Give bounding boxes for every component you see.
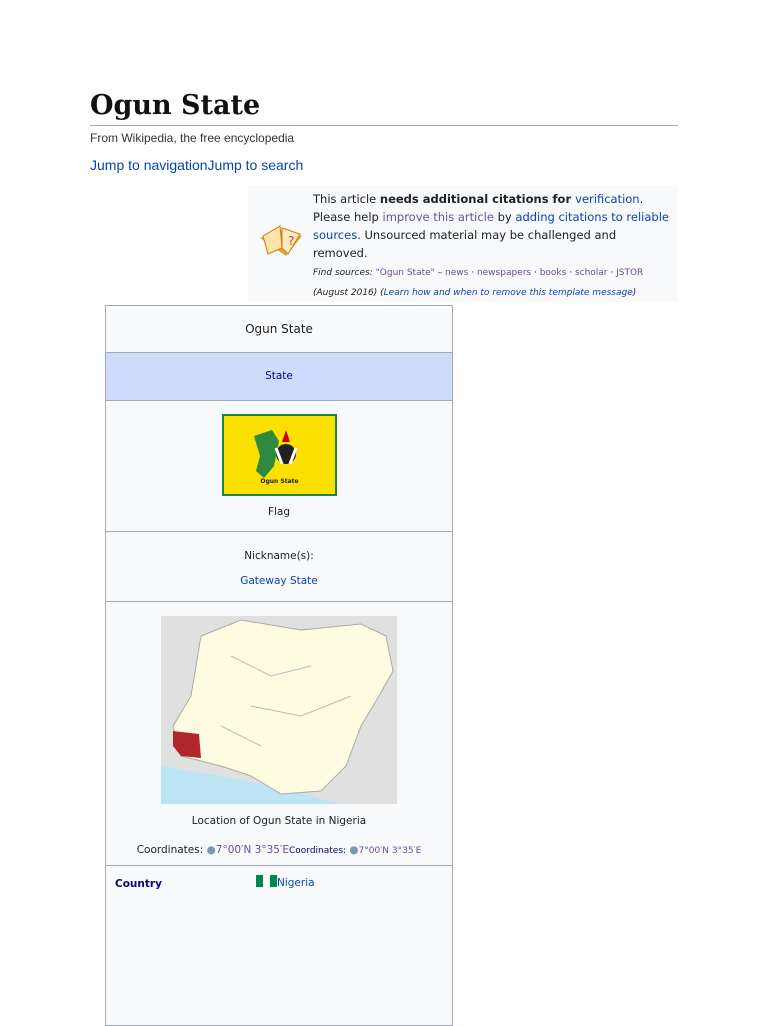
citation-notice: ? This article needs additional citation… xyxy=(248,185,678,302)
map-caption: Location of Ogun State in Nigeria xyxy=(191,815,367,827)
globe-icon: ● xyxy=(349,844,359,856)
flag-caption: Flag xyxy=(267,506,291,518)
tagline: From Wikipedia, the free encyclopedia xyxy=(90,131,295,145)
nickname-link[interactable]: Gateway State xyxy=(106,575,452,587)
improve-link[interactable]: improve this article xyxy=(383,210,494,224)
book-question-icon: ? xyxy=(260,225,302,256)
coordinates-link[interactable]: 7°00′N 3°35′E xyxy=(216,844,289,856)
jump-to-search-link[interactable]: Jump to search xyxy=(208,157,304,173)
nigeria-flag-icon xyxy=(256,875,277,887)
infobox-title: Ogun State xyxy=(106,306,452,353)
nigeria-map[interactable] xyxy=(161,616,397,804)
nickname-section: Nickname(s): Gateway State xyxy=(106,532,452,602)
learn-link[interactable]: Learn how and when to remove this templa… xyxy=(384,288,633,298)
infobox: Ogun State State Ogun State Flag Nicknam… xyxy=(105,305,453,1026)
jstor-link[interactable]: JSTOR xyxy=(616,268,643,278)
find-query[interactable]: "Ogun State" xyxy=(376,268,435,278)
newspapers-link[interactable]: newspapers xyxy=(477,268,531,278)
notice-text: This article needs additional citations … xyxy=(313,192,669,298)
svg-text:?: ? xyxy=(288,234,294,248)
jump-links: Jump to navigationJump to search xyxy=(90,157,303,173)
verification-link[interactable]: verification xyxy=(575,192,639,206)
globe-icon: ● xyxy=(206,844,216,856)
infobox-type[interactable]: State xyxy=(106,353,452,401)
jump-to-navigation-link[interactable]: Jump to navigation xyxy=(90,157,208,173)
country-link[interactable]: Nigeria xyxy=(277,877,315,889)
coordinates: Coordinates: ●7°00′N 3°35′ECoordinates: … xyxy=(136,844,422,856)
map-section: Location of Ogun State in Nigeria Coordi… xyxy=(106,602,452,866)
books-link[interactable]: books xyxy=(540,268,567,278)
country-label[interactable]: Country xyxy=(115,878,162,890)
title-divider xyxy=(90,125,678,126)
flag-section: Ogun State Flag xyxy=(106,401,452,532)
news-link[interactable]: news xyxy=(445,268,468,278)
flag-image[interactable]: Ogun State xyxy=(222,414,337,496)
page-title: Ogun State xyxy=(90,90,261,121)
scholar-link[interactable]: scholar xyxy=(575,268,608,278)
country-value: Nigeria xyxy=(256,875,315,889)
coordinates-link-2[interactable]: 7°00′N 3°35′E xyxy=(359,846,422,856)
